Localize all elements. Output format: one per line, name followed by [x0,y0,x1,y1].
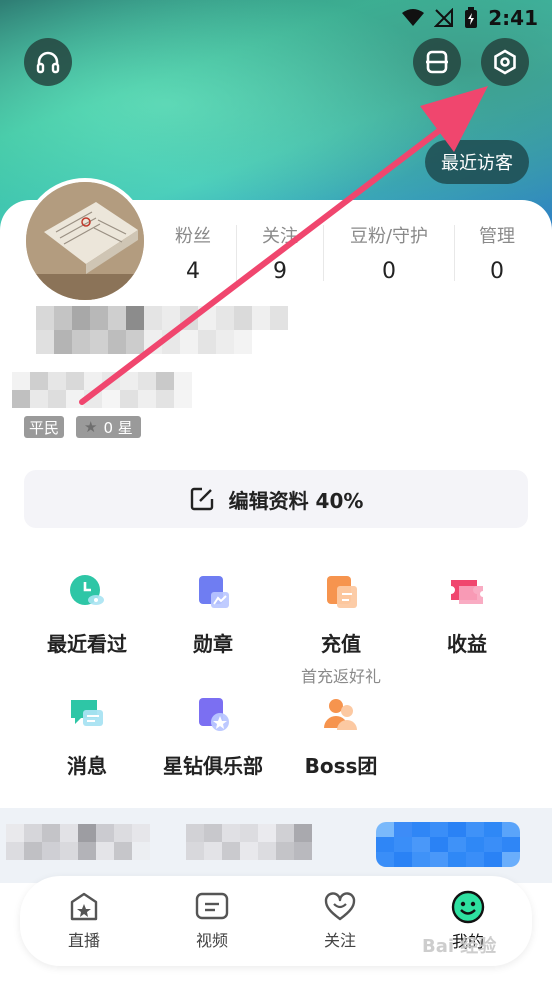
avatar[interactable] [22,178,148,304]
menu-star-diamond-club[interactable]: 星钻俱乐部 [148,694,278,779]
watermark-text: Bai 经验 [422,936,497,957]
status-bar: 2:41 [0,0,552,36]
menu-messages[interactable]: 消息 [22,694,152,779]
menu-label: 勋章 [193,632,233,656]
recharge-icon [327,576,357,608]
stat-label: 关注 [262,226,298,247]
menu-label: 消息 [67,754,107,778]
boss-group-icon [324,699,357,730]
stat-value: 0 [382,259,396,284]
earnings-icon [451,580,483,604]
star-icon: ★ [84,418,98,436]
clock-icon [70,575,104,605]
menu-earnings[interactable]: 收益 [402,572,532,657]
stat-value: 4 [186,259,200,284]
scan-menu-button[interactable] [413,38,461,86]
banner-button-pixelated [376,822,520,867]
menu-sublabel: 首充返好礼 [300,667,381,686]
star-badge: ★ 0 星 [76,416,141,438]
menu-recently-viewed[interactable]: 最近看过 [22,572,152,657]
nav-label: 直播 [67,931,100,950]
edit-profile-label: 编辑资料 40% [228,488,364,513]
username-pixelated [36,306,288,354]
stat-label: 粉丝 [175,226,211,247]
stat-label: 管理 [479,226,515,247]
headphones-icon [36,51,60,74]
menu-boss-group[interactable]: Boss团 [276,694,406,779]
stat-value: 0 [490,259,504,284]
promo-banner[interactable] [0,808,552,883]
rank-badge-label: 平民 [29,418,60,437]
nav-label: 视频 [195,931,228,950]
recent-visitors-button[interactable]: 最近访客 [425,140,529,184]
smiley-icon [451,890,485,924]
menu-medals[interactable]: 勋章 [148,572,278,657]
rank-badge: 平民 [24,416,65,438]
battery-icon [465,7,478,28]
list-scan-icon [426,50,448,74]
edit-profile-button[interactable]: 编辑资料 40% [24,470,528,528]
settings-button[interactable] [481,38,529,86]
menu-recharge[interactable]: 充值 首充返好礼 [276,572,406,687]
stat-label: 豆粉/守护 [349,226,429,247]
stat-fans-guard[interactable]: 豆粉/守护 0 [324,222,454,284]
clock: 2:41 [488,6,538,30]
stat-manage[interactable]: 管理 0 [455,222,539,284]
nav-following[interactable]: 关注 [276,876,404,966]
menu-label: 收益 [447,632,487,656]
edit-icon [190,487,213,511]
hexagon-settings-icon [494,49,516,75]
video-icon [195,892,229,920]
user-id-pixelated [12,372,192,408]
star-diamond-icon [199,698,229,731]
stat-fans[interactable]: 粉丝 4 [150,222,236,284]
stats-row: 粉丝 4 关注 9 豆粉/守护 0 管理 0 [150,222,540,284]
menu-label: 充值 [321,632,361,656]
heart-icon [324,892,356,921]
avatar-book-image [26,182,144,300]
menu-label: Boss团 [304,754,378,778]
message-icon [71,700,103,726]
banner-text-pixelated [6,824,312,860]
live-icon [70,892,98,921]
nav-live[interactable]: 直播 [20,876,148,966]
nav-video[interactable]: 视频 [148,876,276,966]
no-signal-icon [434,8,454,27]
stat-following[interactable]: 关注 9 [237,222,323,284]
headphones-button[interactable] [24,38,72,86]
wifi-icon [402,9,425,26]
star-badge-label: 0 星 [103,418,133,437]
medal-icon [199,576,229,608]
nav-label: 关注 [323,931,356,950]
menu-label: 最近看过 [47,632,127,656]
stat-value: 9 [273,259,287,284]
menu-label: 星钻俱乐部 [163,754,263,778]
